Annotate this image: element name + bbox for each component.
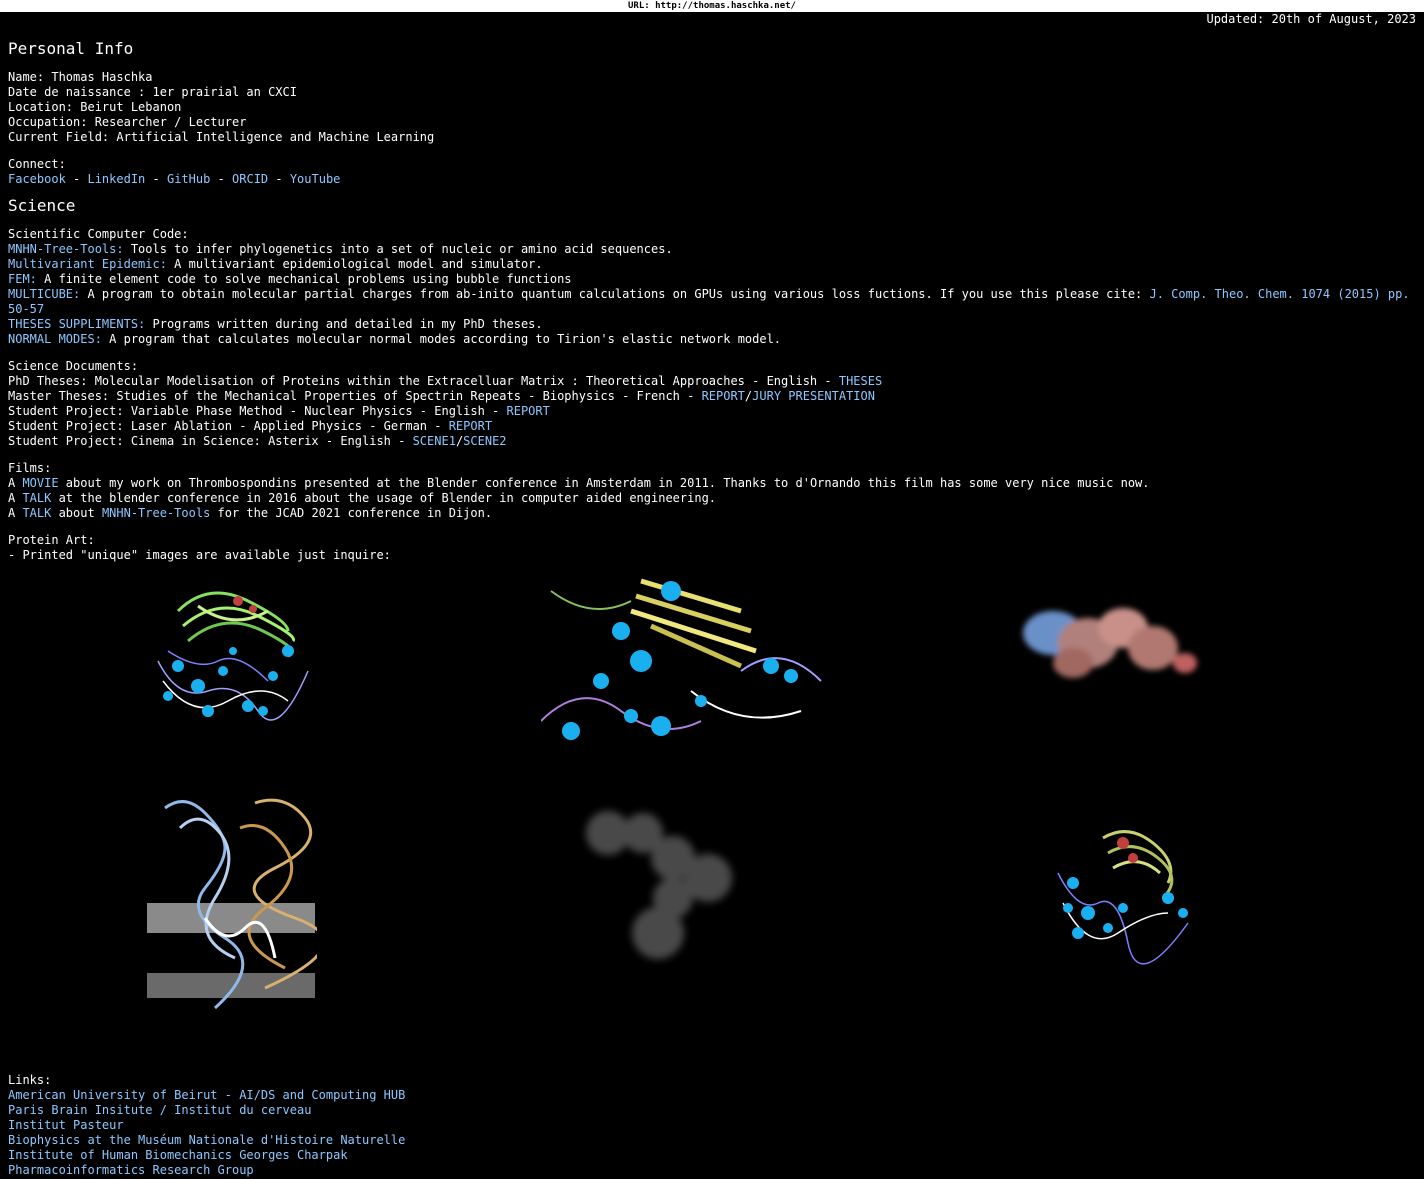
pasteur-link[interactable]: Institut Pasteur	[8, 1118, 124, 1132]
multivariant-epidemic-link[interactable]: Multivariant Epidemic:	[8, 257, 167, 271]
film-item: A TALK at the blender conference in 2016…	[8, 491, 717, 505]
movie-link[interactable]: MOVIE	[22, 476, 58, 490]
updated-date: Updated: 20th of August, 2023	[1206, 12, 1416, 26]
connect-links: Facebook - LinkedIn - GitHub - ORCID - Y…	[8, 172, 341, 186]
occupation-line: Occupation: Researcher / Lecturer	[8, 115, 247, 129]
linkedin-link[interactable]: LinkedIn	[87, 172, 145, 186]
links-label: Links:	[8, 1073, 52, 1087]
name-line: Name: Thomas Haschka	[8, 70, 153, 84]
code-item: Multivariant Epidemic: A multivariant ep…	[8, 257, 543, 271]
mnhn-tree-tools-film-link[interactable]: MNHN-Tree-Tools	[102, 506, 210, 520]
phd-theses-link[interactable]: THESES	[839, 374, 882, 388]
url-bar: URL: http://thomas.haschka.net/	[0, 0, 1424, 12]
doc-item: Master Theses: Studies of the Mechanical…	[8, 389, 875, 403]
code-label: Scientific Computer Code:	[8, 227, 189, 241]
protein-art-image-5[interactable]	[578, 803, 748, 973]
science-heading: Science	[8, 196, 76, 215]
master-report-link[interactable]: REPORT	[702, 389, 745, 403]
code-item: NORMAL MODES: A program that calculates …	[8, 332, 782, 346]
multicube-link[interactable]: MULTICUBE:	[8, 287, 80, 301]
pharmacoinformatics-link[interactable]: Pharmacoinformatics Research Group	[8, 1163, 254, 1177]
birth-line: Date de naissance : 1er prairial an CXCI	[8, 85, 297, 99]
code-item: FEM: A finite element code to solve mech…	[8, 272, 572, 286]
connect-label: Connect:	[8, 157, 66, 171]
code-item: THESES SUPPLIMENTS: Programs written dur…	[8, 317, 543, 331]
film-item: A TALK about MNHN-Tree-Tools for the JCA…	[8, 506, 493, 520]
orcid-link[interactable]: ORCID	[232, 172, 268, 186]
laser-report-link[interactable]: REPORT	[449, 419, 492, 433]
fem-link[interactable]: FEM:	[8, 272, 37, 286]
docs-label: Science Documents:	[8, 359, 139, 373]
art-label: Protein Art:	[8, 533, 95, 547]
field-line: Current Field: Artificial Intelligence a…	[8, 130, 435, 144]
blender-talk-link[interactable]: TALK	[22, 491, 51, 505]
aub-link[interactable]: American University of Beirut - AI/DS an…	[8, 1088, 405, 1102]
film-item: A MOVIE about my work on Thrombospondins…	[8, 476, 1150, 490]
scene1-link[interactable]: SCENE1	[413, 434, 456, 448]
jury-presentation-link[interactable]: JURY PRESENTATION	[752, 389, 875, 403]
jcad-talk-link[interactable]: TALK	[22, 506, 51, 520]
doc-item: Student Project: Variable Phase Method -…	[8, 404, 550, 418]
protein-art-image-1[interactable]	[138, 571, 318, 731]
paris-brain-link[interactable]: Paris Brain Insitute / Institut du cerve…	[8, 1103, 311, 1117]
films-label: Films:	[8, 461, 52, 475]
scene2-link[interactable]: SCENE2	[463, 434, 506, 448]
art-note: - Printed "unique" images are available …	[8, 548, 391, 562]
mnhn-tree-tools-link[interactable]: MNHN-Tree-Tools:	[8, 242, 124, 256]
protein-art-image-3[interactable]	[1013, 598, 1203, 698]
vpm-report-link[interactable]: REPORT	[507, 404, 550, 418]
personal-info-heading: Personal Info	[8, 39, 134, 58]
protein-art-image-4[interactable]	[145, 788, 317, 1028]
facebook-link[interactable]: Facebook	[8, 172, 66, 186]
code-item: MNHN-Tree-Tools: Tools to infer phylogen…	[8, 242, 673, 256]
protein-art-image-2[interactable]	[541, 571, 827, 741]
mnhn-biophysics-link[interactable]: Biophysics at the Muséum Nationale d'His…	[8, 1133, 405, 1147]
protein-art-image-6[interactable]	[1048, 813, 1203, 968]
location-line: Location: Beirut Lebanon	[8, 100, 182, 114]
protein-art-gallery	[8, 563, 1416, 1073]
page-content: Personal Info Name: Thomas Haschka Date …	[8, 36, 1416, 1178]
github-link[interactable]: GitHub	[167, 172, 210, 186]
code-item: MULTICUBE: A program to obtain molecular…	[8, 287, 1410, 316]
doc-item: Student Project: Laser Ablation - Applie…	[8, 419, 493, 433]
doc-item: Student Project: Cinema in Science: Aste…	[8, 434, 507, 448]
doc-item: PhD Theses: Molecular Modelisation of Pr…	[8, 374, 883, 388]
charpak-link[interactable]: Institute of Human Biomechanics Georges …	[8, 1148, 348, 1162]
theses-suppliments-link[interactable]: THESES SUPPLIMENTS:	[8, 317, 145, 331]
normal-modes-link[interactable]: NORMAL MODES:	[8, 332, 102, 346]
youtube-link[interactable]: YouTube	[290, 172, 341, 186]
